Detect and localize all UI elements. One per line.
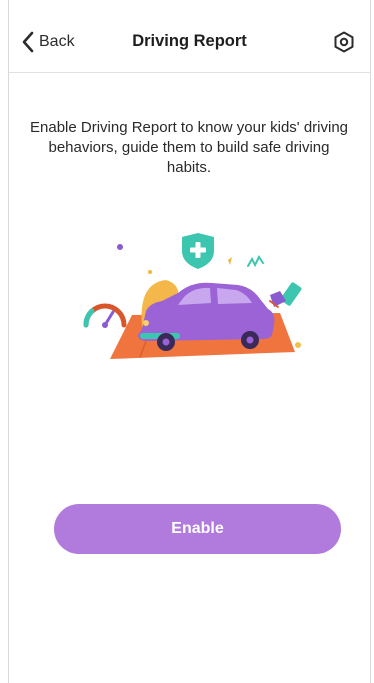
frame-edge-left xyxy=(8,0,9,683)
shield-icon xyxy=(182,233,214,269)
car-headlight xyxy=(143,320,149,326)
car-illustration xyxy=(83,233,302,359)
frame-edge-right xyxy=(370,0,371,683)
app-screen: Back Driving Report Enable Driving Repor… xyxy=(0,0,374,683)
enable-button[interactable]: Enable xyxy=(54,504,341,554)
decor-dot xyxy=(148,270,152,274)
zigzag-icon xyxy=(247,255,264,268)
speedometer-icon xyxy=(83,303,127,328)
navigation-bar: Back Driving Report xyxy=(9,0,370,73)
phone-hand-icon xyxy=(269,282,302,308)
feature-description: Enable Driving Report to know your kids'… xyxy=(30,119,349,176)
decor-dot xyxy=(295,342,301,348)
settings-icon[interactable] xyxy=(332,30,356,54)
decor-dot xyxy=(117,244,123,250)
page-title: Driving Report xyxy=(132,32,247,50)
decor-spark xyxy=(228,257,232,265)
